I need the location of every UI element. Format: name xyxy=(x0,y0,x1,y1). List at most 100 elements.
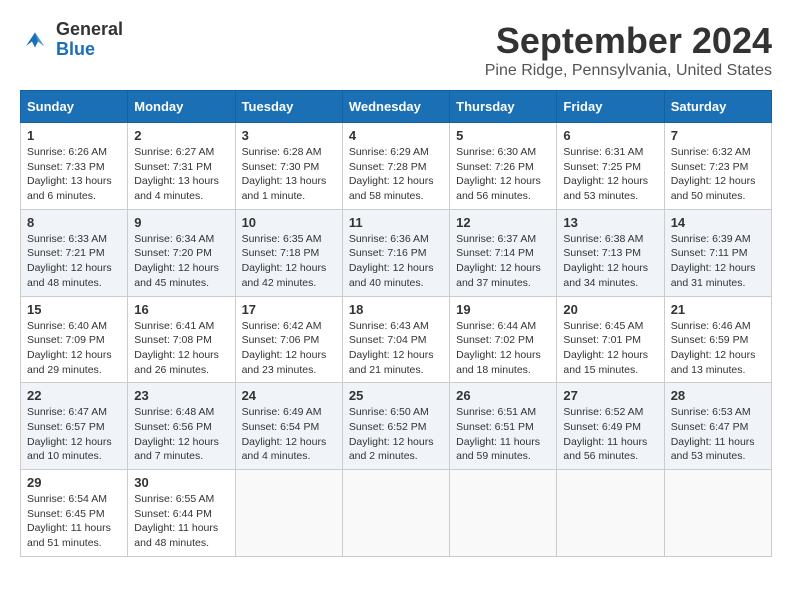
day-number: 1 xyxy=(27,128,121,143)
day-info: Sunrise: 6:35 AM Sunset: 7:18 PM Dayligh… xyxy=(242,232,336,291)
day-number: 29 xyxy=(27,475,121,490)
day-info: Sunrise: 6:29 AM Sunset: 7:28 PM Dayligh… xyxy=(349,145,443,204)
calendar-cell: 24Sunrise: 6:49 AM Sunset: 6:54 PM Dayli… xyxy=(235,383,342,470)
day-info: Sunrise: 6:42 AM Sunset: 7:06 PM Dayligh… xyxy=(242,319,336,378)
calendar-cell: 4 Sunrise: 6:29 AM Sunset: 7:28 PM Daylig… xyxy=(342,123,449,210)
logo-text: General Blue xyxy=(56,20,123,60)
day-info: Sunrise: 6:47 AM Sunset: 6:57 PM Dayligh… xyxy=(27,405,121,464)
day-number: 23 xyxy=(134,388,228,403)
calendar-cell xyxy=(450,470,557,557)
calendar-cell: 7Sunrise: 6:32 AM Sunset: 7:23 PM Daylig… xyxy=(664,123,771,210)
weekday-header-monday: Monday xyxy=(128,91,235,123)
day-number: 17 xyxy=(242,302,336,317)
day-number: 13 xyxy=(563,215,657,230)
day-number: 15 xyxy=(27,302,121,317)
logo: General Blue xyxy=(20,20,123,60)
calendar-cell: 6 Sunrise: 6:31 AM Sunset: 7:25 PM Daylig… xyxy=(557,123,664,210)
day-info: Sunrise: 6:41 AM Sunset: 7:08 PM Dayligh… xyxy=(134,319,228,378)
calendar-cell: 19Sunrise: 6:44 AM Sunset: 7:02 PM Dayli… xyxy=(450,296,557,383)
week-row-1: 1 Sunrise: 6:26 AM Sunset: 7:33 PM Daylig… xyxy=(21,123,772,210)
calendar-cell: 8Sunrise: 6:33 AM Sunset: 7:21 PM Daylig… xyxy=(21,209,128,296)
day-info: Sunrise: 6:36 AM Sunset: 7:16 PM Dayligh… xyxy=(349,232,443,291)
calendar-cell: 23Sunrise: 6:48 AM Sunset: 6:56 PM Dayli… xyxy=(128,383,235,470)
calendar-cell xyxy=(557,470,664,557)
day-info: Sunrise: 6:40 AM Sunset: 7:09 PM Dayligh… xyxy=(27,319,121,378)
day-info: Sunrise: 6:50 AM Sunset: 6:52 PM Dayligh… xyxy=(349,405,443,464)
day-info: Sunrise: 6:26 AM Sunset: 7:33 PM Dayligh… xyxy=(27,145,121,204)
day-info: Sunrise: 6:30 AM Sunset: 7:26 PM Dayligh… xyxy=(456,145,550,204)
day-number: 22 xyxy=(27,388,121,403)
calendar-cell: 2Sunrise: 6:27 AM Sunset: 7:31 PM Daylig… xyxy=(128,123,235,210)
day-number: 21 xyxy=(671,302,765,317)
calendar-cell xyxy=(235,470,342,557)
day-number: 27 xyxy=(563,388,657,403)
weekday-header-row: SundayMondayTuesdayWednesdayThursdayFrid… xyxy=(21,91,772,123)
week-row-3: 15 Sunrise: 6:40 AM Sunset: 7:09 PM Dayli… xyxy=(21,296,772,383)
day-number: 19 xyxy=(456,302,550,317)
day-number: 20 xyxy=(563,302,657,317)
calendar-table: SundayMondayTuesdayWednesdayThursdayFrid… xyxy=(20,90,772,557)
calendar-cell: 10 Sunrise: 6:35 AM Sunset: 7:18 PM Dayli… xyxy=(235,209,342,296)
calendar-cell xyxy=(342,470,449,557)
day-number: 7 xyxy=(671,128,765,143)
calendar-cell: 21 Sunrise: 6:46 AM Sunset: 6:59 PM Dayli… xyxy=(664,296,771,383)
day-info: Sunrise: 6:28 AM Sunset: 7:30 PM Dayligh… xyxy=(242,145,336,204)
calendar-cell: 25 Sunrise: 6:50 AM Sunset: 6:52 PM Dayli… xyxy=(342,383,449,470)
calendar-cell: 30 Sunrise: 6:55 AM Sunset: 6:44 PM Dayli… xyxy=(128,470,235,557)
calendar-cell: 18 Sunrise: 6:43 AM Sunset: 7:04 PM Dayli… xyxy=(342,296,449,383)
day-info: Sunrise: 6:33 AM Sunset: 7:21 PM Dayligh… xyxy=(27,232,121,291)
day-info: Sunrise: 6:39 AM Sunset: 7:11 PM Dayligh… xyxy=(671,232,765,291)
week-row-4: 22 Sunrise: 6:47 AM Sunset: 6:57 PM Dayli… xyxy=(21,383,772,470)
calendar-cell: 14 Sunrise: 6:39 AM Sunset: 7:11 PM Dayli… xyxy=(664,209,771,296)
day-number: 2 xyxy=(134,128,228,143)
calendar-cell: 29 Sunrise: 6:54 AM Sunset: 6:45 PM Dayli… xyxy=(21,470,128,557)
day-number: 30 xyxy=(134,475,228,490)
day-info: Sunrise: 6:34 AM Sunset: 7:20 PM Dayligh… xyxy=(134,232,228,291)
day-number: 10 xyxy=(242,215,336,230)
calendar-cell: 5Sunrise: 6:30 AM Sunset: 7:26 PM Daylig… xyxy=(450,123,557,210)
calendar-cell: 26Sunrise: 6:51 AM Sunset: 6:51 PM Dayli… xyxy=(450,383,557,470)
logo-icon xyxy=(20,25,50,55)
day-number: 25 xyxy=(349,388,443,403)
calendar-cell: 12Sunrise: 6:37 AM Sunset: 7:14 PM Dayli… xyxy=(450,209,557,296)
calendar-header: SundayMondayTuesdayWednesdayThursdayFrid… xyxy=(21,91,772,123)
day-number: 3 xyxy=(242,128,336,143)
day-info: Sunrise: 6:43 AM Sunset: 7:04 PM Dayligh… xyxy=(349,319,443,378)
week-row-2: 8Sunrise: 6:33 AM Sunset: 7:21 PM Daylig… xyxy=(21,209,772,296)
calendar-cell: 17 Sunrise: 6:42 AM Sunset: 7:06 PM Dayli… xyxy=(235,296,342,383)
day-info: Sunrise: 6:52 AM Sunset: 6:49 PM Dayligh… xyxy=(563,405,657,464)
day-info: Sunrise: 6:54 AM Sunset: 6:45 PM Dayligh… xyxy=(27,492,121,551)
calendar-cell: 13 Sunrise: 6:38 AM Sunset: 7:13 PM Dayli… xyxy=(557,209,664,296)
day-info: Sunrise: 6:51 AM Sunset: 6:51 PM Dayligh… xyxy=(456,405,550,464)
day-number: 4 xyxy=(349,128,443,143)
day-number: 16 xyxy=(134,302,228,317)
calendar-cell: 20 Sunrise: 6:45 AM Sunset: 7:01 PM Dayli… xyxy=(557,296,664,383)
calendar-body: 1 Sunrise: 6:26 AM Sunset: 7:33 PM Daylig… xyxy=(21,123,772,557)
day-number: 28 xyxy=(671,388,765,403)
weekday-header-thursday: Thursday xyxy=(450,91,557,123)
location: Pine Ridge, Pennsylvania, United States xyxy=(485,62,772,80)
page-header: General Blue September 2024 Pine Ridge, … xyxy=(20,20,772,80)
day-number: 6 xyxy=(563,128,657,143)
day-info: Sunrise: 6:49 AM Sunset: 6:54 PM Dayligh… xyxy=(242,405,336,464)
calendar-cell xyxy=(664,470,771,557)
weekday-header-sunday: Sunday xyxy=(21,91,128,123)
day-info: Sunrise: 6:45 AM Sunset: 7:01 PM Dayligh… xyxy=(563,319,657,378)
calendar-cell: 16 Sunrise: 6:41 AM Sunset: 7:08 PM Dayli… xyxy=(128,296,235,383)
day-number: 14 xyxy=(671,215,765,230)
day-info: Sunrise: 6:53 AM Sunset: 6:47 PM Dayligh… xyxy=(671,405,765,464)
calendar-cell: 11 Sunrise: 6:36 AM Sunset: 7:16 PM Dayli… xyxy=(342,209,449,296)
week-row-5: 29 Sunrise: 6:54 AM Sunset: 6:45 PM Dayli… xyxy=(21,470,772,557)
calendar-cell: 3 Sunrise: 6:28 AM Sunset: 7:30 PM Daylig… xyxy=(235,123,342,210)
day-number: 11 xyxy=(349,215,443,230)
day-info: Sunrise: 6:38 AM Sunset: 7:13 PM Dayligh… xyxy=(563,232,657,291)
day-number: 18 xyxy=(349,302,443,317)
day-info: Sunrise: 6:31 AM Sunset: 7:25 PM Dayligh… xyxy=(563,145,657,204)
day-info: Sunrise: 6:46 AM Sunset: 6:59 PM Dayligh… xyxy=(671,319,765,378)
month-title: September 2024 xyxy=(485,20,772,62)
logo-general: General xyxy=(56,20,123,40)
day-info: Sunrise: 6:55 AM Sunset: 6:44 PM Dayligh… xyxy=(134,492,228,551)
day-number: 9 xyxy=(134,215,228,230)
logo-blue: Blue xyxy=(56,40,123,60)
calendar-cell: 27 Sunrise: 6:52 AM Sunset: 6:49 PM Dayli… xyxy=(557,383,664,470)
